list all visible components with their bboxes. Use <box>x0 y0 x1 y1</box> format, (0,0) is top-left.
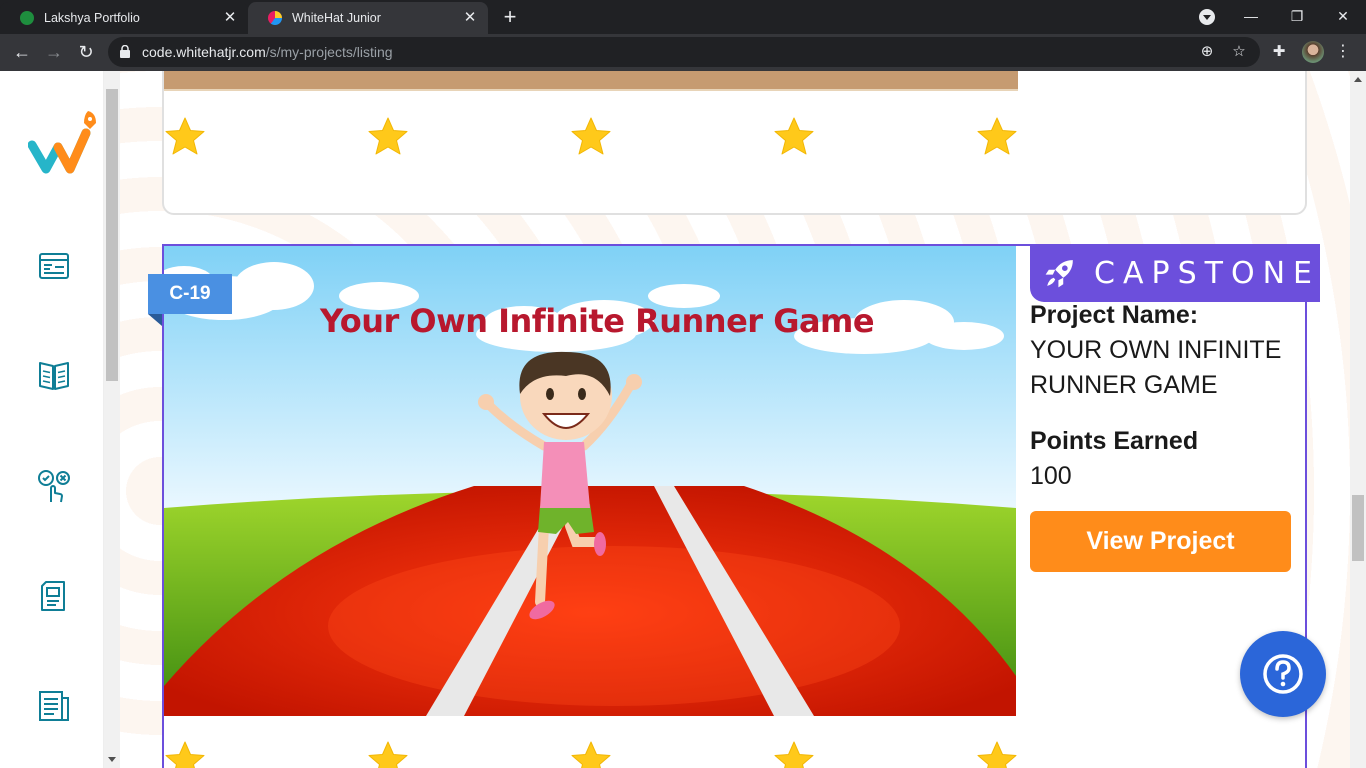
address-bar[interactable]: code.whitehatjr.com/s/my-projects/listin… <box>108 37 1260 67</box>
star-icon <box>977 741 1017 768</box>
tab-title: WhiteHat Junior <box>292 11 381 25</box>
quiz-check-cross-icon[interactable] <box>36 468 72 504</box>
bookmark-star-icon[interactable]: ☆ <box>1230 43 1248 61</box>
open-book-icon[interactable] <box>36 357 72 393</box>
close-window-button[interactable]: ✕ <box>1320 0 1366 34</box>
close-icon[interactable]: ✕ <box>462 10 478 26</box>
capstone-label: CAPSTONE <box>1094 255 1320 291</box>
project-info: Project Name: YOUR OWN INFINITE RUNNER G… <box>1030 299 1305 494</box>
tab-search-icon[interactable] <box>1199 9 1215 25</box>
view-project-button[interactable]: View Project <box>1030 511 1291 572</box>
thumbnail-title: Your Own Infinite Runner Game <box>320 302 875 340</box>
projects-listing: Your Own Infinite Runner Game C-19 CAPST… <box>120 71 1350 768</box>
url-text: code.whitehatjr.com/s/my-projects/listin… <box>142 44 393 60</box>
extensions-puzzle-icon[interactable]: ✚ <box>1269 42 1289 62</box>
tab-lakshya-portfolio[interactable]: Lakshya Portfolio ✕ <box>0 2 248 34</box>
help-button[interactable] <box>1240 631 1326 717</box>
star-icon <box>774 741 814 768</box>
star-icon <box>571 117 611 155</box>
close-icon[interactable]: ✕ <box>222 10 238 26</box>
page-viewport: Your Own Infinite Runner Game C-19 CAPST… <box>0 71 1366 768</box>
star-icon <box>165 741 205 768</box>
project-code-badge: C-19 <box>148 274 232 314</box>
document-icon[interactable] <box>36 578 72 614</box>
project-thumbnail <box>164 71 1018 91</box>
question-mark-icon <box>1263 654 1303 694</box>
project-card-previous <box>162 71 1307 215</box>
sidebar <box>0 71 104 768</box>
back-button[interactable]: ← <box>10 40 34 64</box>
badge-ribbon-fold <box>148 314 162 326</box>
scroll-down-arrow-icon[interactable] <box>108 757 116 762</box>
rocket-icon <box>1045 260 1073 288</box>
capstone-tag: CAPSTONE <box>1030 244 1320 302</box>
reload-button[interactable]: ↻ <box>74 40 98 64</box>
browser-window-icon[interactable] <box>36 248 72 284</box>
star-icon <box>977 117 1017 155</box>
browser-tab-strip: Lakshya Portfolio ✕ WhiteHat Junior ✕ + … <box>0 0 1366 34</box>
minimize-button[interactable]: — <box>1228 0 1274 34</box>
sidebar-scrollbar[interactable] <box>104 71 120 768</box>
star-icon <box>165 117 205 155</box>
scrollbar-thumb[interactable] <box>1352 495 1364 561</box>
points-earned-label: Points Earned <box>1030 427 1199 455</box>
lock-icon <box>120 45 130 58</box>
project-name-label: Project Name: <box>1030 301 1199 329</box>
project-name-value: YOUR OWN INFINITE RUNNER GAME <box>1030 336 1282 399</box>
star-icon <box>368 117 408 155</box>
scrollbar-thumb[interactable] <box>106 89 118 381</box>
forward-button[interactable]: → <box>42 40 66 64</box>
zoom-icon[interactable]: ⊕ <box>1198 43 1216 61</box>
browser-toolbar: ← → ↻ code.whitehatjr.com/s/my-projects/… <box>0 34 1366 71</box>
restore-button[interactable]: ❐ <box>1274 0 1320 34</box>
star-icon <box>571 741 611 768</box>
tab-title: Lakshya Portfolio <box>44 11 140 25</box>
page-scrollbar[interactable] <box>1350 71 1366 768</box>
points-earned-value: 100 <box>1030 462 1072 490</box>
new-tab-button[interactable]: + <box>498 5 522 29</box>
menu-kebab-icon[interactable]: ⋮ <box>1335 42 1351 62</box>
profile-avatar[interactable] <box>1302 41 1324 63</box>
scroll-up-arrow-icon[interactable] <box>1354 77 1362 82</box>
whitehat-logo[interactable] <box>28 107 102 177</box>
site-favicon-icon <box>268 11 282 25</box>
file-list-icon[interactable] <box>36 688 72 724</box>
site-favicon-icon <box>20 11 34 25</box>
star-icon <box>774 117 814 155</box>
star-icon <box>368 741 408 768</box>
tab-whitehat-junior[interactable]: WhiteHat Junior ✕ <box>248 2 488 34</box>
